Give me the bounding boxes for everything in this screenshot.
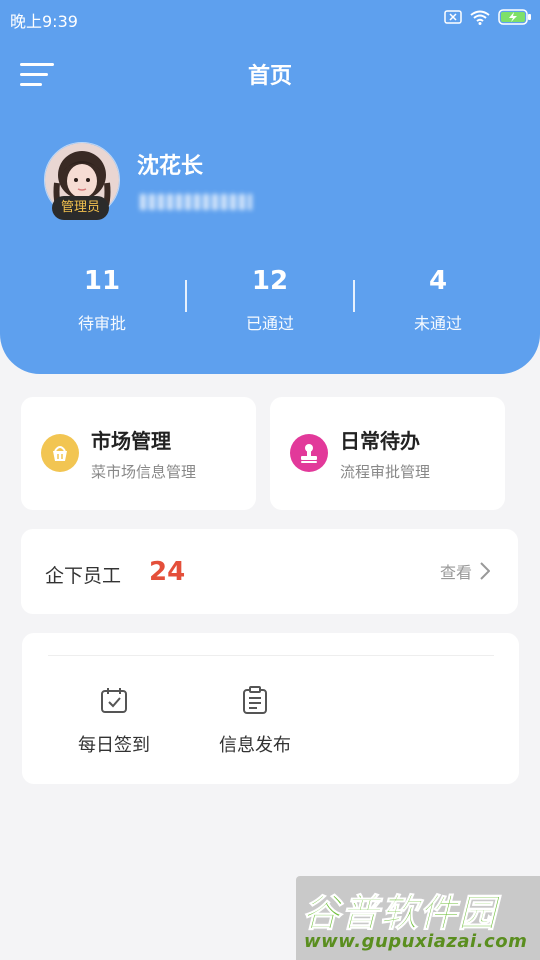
stat-value: 12 xyxy=(251,266,289,296)
staff-label: 企下员工 xyxy=(45,565,122,587)
tool-label: 每日签到 xyxy=(78,735,150,756)
status-icons xyxy=(444,9,532,25)
watermark: 谷普软件园 www.gupuxiazai.com xyxy=(296,876,540,960)
tools-card: 每日签到 信息发布 xyxy=(22,633,519,784)
stat-divider xyxy=(185,280,187,312)
chevron-right-icon xyxy=(480,562,490,580)
divider xyxy=(48,655,494,656)
profile-header: 晚上9:39 首页 管理员 沈花长 11 待审批 12 已通过 4 未通过 xyxy=(0,0,540,374)
feature-subtitle: 菜市场信息管理 xyxy=(91,463,197,481)
status-time: 晚上9:39 xyxy=(10,12,78,31)
stat-value: 4 xyxy=(428,266,448,296)
avatar-container[interactable]: 管理员 xyxy=(44,142,120,220)
role-badge: 管理员 xyxy=(52,196,110,220)
staff-count: 24 xyxy=(149,557,186,587)
feature-title: 市场管理 xyxy=(91,429,171,453)
feature-card-market[interactable]: 市场管理 菜市场信息管理 xyxy=(21,397,256,510)
status-bar: 晚上9:39 xyxy=(0,0,540,36)
tool-info-publish[interactable]: 信息发布 xyxy=(195,685,315,757)
stat-divider xyxy=(353,280,355,312)
basket-icon xyxy=(41,434,79,472)
view-link-label: 查看 xyxy=(439,563,472,582)
stat-approved[interactable]: 12 已通过 xyxy=(195,266,345,334)
feature-card-todo[interactable]: 日常待办 流程审批管理 xyxy=(270,397,505,510)
stat-value: 11 xyxy=(83,266,121,296)
feature-title: 日常待办 xyxy=(340,429,420,453)
page-title: 首页 xyxy=(247,64,292,89)
user-name: 沈花长 xyxy=(137,154,204,179)
stat-rejected[interactable]: 4 未通过 xyxy=(363,266,513,334)
staff-card[interactable]: 企下员工 24 查看 xyxy=(21,529,518,614)
feature-subtitle: 流程审批管理 xyxy=(340,463,431,481)
calendar-check-icon xyxy=(99,685,129,715)
stamp-icon xyxy=(290,434,328,472)
sim-off-icon xyxy=(444,10,462,24)
tool-daily-checkin[interactable]: 每日签到 xyxy=(54,685,174,757)
watermark-url: www.gupuxiazai.com xyxy=(304,931,528,952)
battery-charging-icon xyxy=(498,9,531,25)
watermark-title: 谷普软件园 xyxy=(301,891,498,936)
stat-label: 未通过 xyxy=(413,314,462,333)
clipboard-icon xyxy=(240,685,270,715)
stat-label: 已通过 xyxy=(245,314,294,333)
view-staff-link[interactable]: 查看 xyxy=(440,559,490,583)
stat-pending[interactable]: 11 待审批 xyxy=(27,266,177,334)
stat-label: 待审批 xyxy=(77,314,126,333)
wifi-icon xyxy=(470,10,490,25)
user-phone-blurred xyxy=(140,194,252,210)
tool-label: 信息发布 xyxy=(219,735,291,756)
